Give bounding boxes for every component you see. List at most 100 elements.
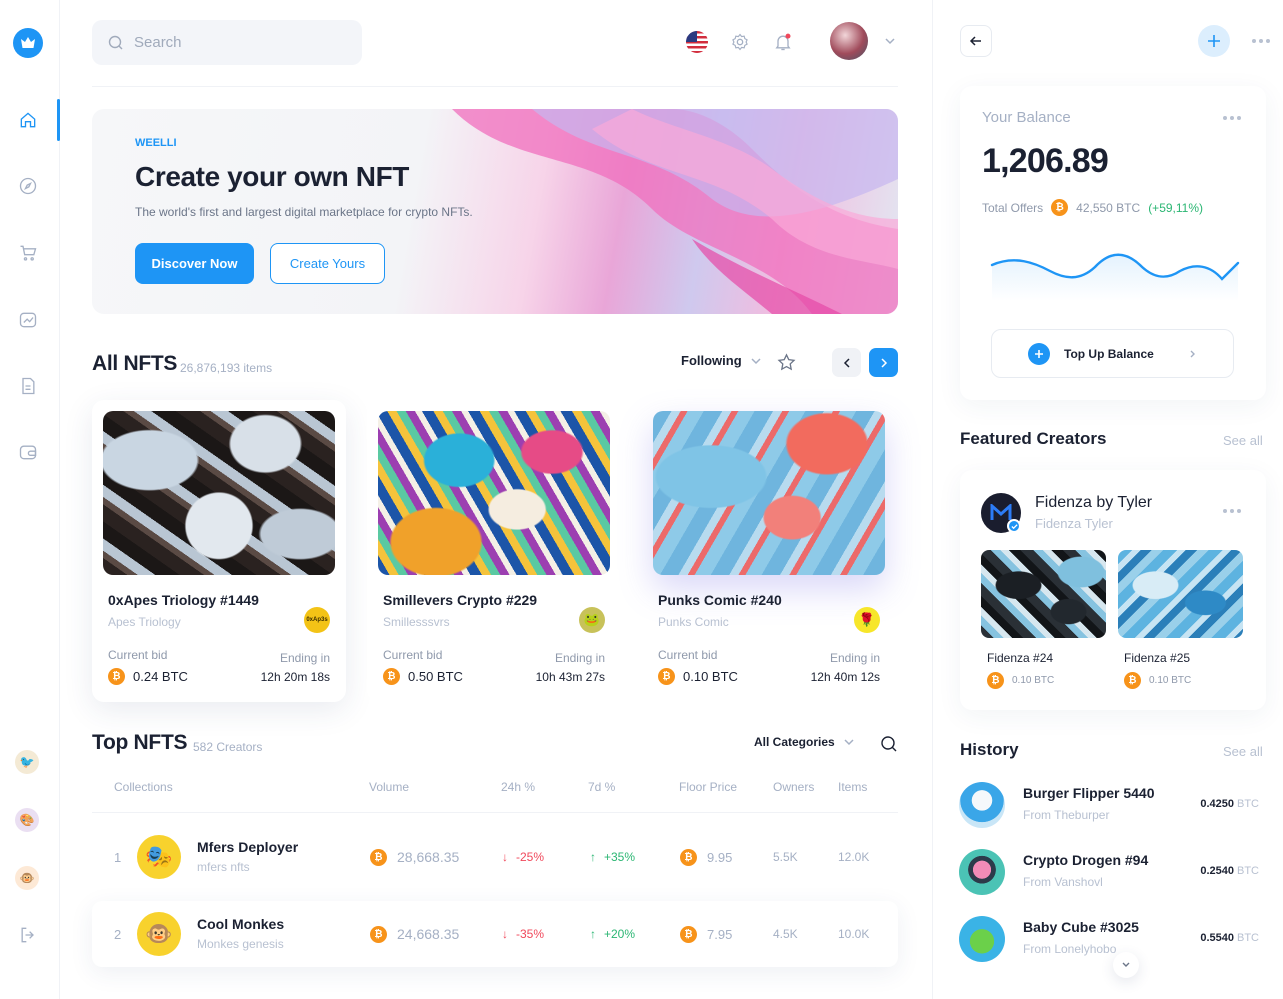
discover-now-button[interactable]: Discover Now (135, 243, 254, 284)
column-header[interactable]: Owners (773, 780, 814, 794)
nft-card[interactable]: Punks Comic #240 Punks Comic 🌹 Current b… (642, 400, 896, 702)
compass-icon[interactable] (16, 174, 40, 198)
more-icon[interactable] (1223, 509, 1241, 513)
bitcoin-icon: ₿ (370, 848, 387, 866)
top-nfts-count: 582 Creators (193, 740, 263, 754)
document-icon[interactable] (16, 374, 40, 398)
featured-see-all-link[interactable]: See all (1223, 433, 1263, 448)
total-offers-value: 42,550 BTC (1076, 200, 1141, 215)
current-bid-label: Current bid (383, 648, 443, 662)
nft-card[interactable]: Smillevers Crypto #229 Smillesssvrs 🐸 Cu… (367, 400, 621, 702)
chevron-down-icon[interactable] (883, 34, 897, 53)
following-filter[interactable]: Following (681, 353, 762, 368)
categories-filter[interactable]: All Categories (754, 735, 855, 749)
ending-label: Ending in (554, 651, 605, 665)
column-header[interactable]: 24h % (501, 780, 535, 794)
chevron-down-icon (1122, 962, 1130, 967)
history-see-all-link[interactable]: See all (1223, 744, 1263, 759)
balance-card: Your Balance 1,206.89 Total Offers ₿ 42,… (960, 86, 1266, 400)
plus-circle-icon (1028, 342, 1050, 365)
creator-avatar: 🐸 (579, 607, 605, 633)
star-icon[interactable] (777, 353, 796, 377)
floor-price: ₿ 7.95 (680, 901, 732, 967)
creator-item-image[interactable] (1118, 550, 1243, 638)
settings-icon[interactable] (728, 30, 752, 54)
add-button[interactable] (1198, 25, 1230, 57)
bitcoin-icon: ₿ (658, 668, 675, 685)
column-header[interactable]: Collections (114, 780, 173, 794)
bitcoin-icon: ₿ (383, 668, 400, 685)
column-header[interactable]: Volume (369, 780, 409, 794)
total-offers: Total Offers ₿ 42,550 BTC (+59,11%) (982, 199, 1203, 216)
scroll-down-button[interactable] (1113, 952, 1139, 978)
create-yours-button[interactable]: Create Yours (270, 243, 385, 284)
collection-name: Mfers Deployer (197, 839, 299, 855)
chevron-right-icon (880, 357, 887, 368)
notification-bell-icon[interactable] (771, 30, 795, 54)
history-title-text: Crypto Drogen #94 (1023, 852, 1149, 868)
home-icon[interactable] (16, 108, 40, 132)
nft-card[interactable]: 0xApes Triology #1449 Apes Triology 0xAp… (92, 400, 346, 702)
chart-icon[interactable] (16, 308, 40, 332)
back-button[interactable] (960, 25, 992, 57)
nft-creator: Apes Triology (108, 615, 181, 629)
nft-image (653, 411, 885, 575)
history-unit: BTC (1237, 932, 1259, 944)
nft-price-value: 0.50 BTC (408, 669, 463, 684)
history-sub: From Lonelyhobo (1023, 942, 1117, 956)
creator-item-price: ₿ 0.10 BTC (987, 672, 1054, 689)
us-flag-icon[interactable] (685, 30, 709, 54)
balance-amount: 1,206.89 (982, 142, 1109, 180)
bitcoin-icon: ₿ (1051, 199, 1069, 216)
collection-name: Cool Monkes (197, 916, 285, 932)
user-avatar[interactable]: 🎨 (15, 808, 39, 832)
app-logo[interactable] (13, 28, 43, 58)
change-7d-value: +20% (604, 927, 636, 941)
history-item[interactable]: Burger Flipper 5440 From Theburper 0.425… (959, 776, 1259, 836)
top-up-button[interactable]: Top Up Balance (991, 329, 1234, 378)
nft-price-value: 0.24 BTC (133, 669, 188, 684)
table-row[interactable]: 1 🎭 Mfers Deployer mfers nfts ₿ 28,668.35… (92, 824, 898, 890)
nft-image (103, 411, 335, 575)
next-button[interactable] (869, 348, 898, 377)
logout-icon[interactable] (16, 923, 40, 947)
profile-avatar[interactable] (830, 22, 868, 60)
user-avatar[interactable]: 🐦 (15, 750, 39, 774)
volume-value: 24,668.35 (397, 926, 460, 942)
all-nfts-title: All NFTS (92, 352, 178, 375)
featured-creator-card[interactable]: Fidenza by Tyler Fidenza Tyler Fidenza #… (960, 470, 1266, 710)
search-input[interactable]: Search (92, 20, 362, 65)
ending-label: Ending in (829, 651, 880, 665)
column-header[interactable]: Items (838, 780, 867, 794)
wallet-icon[interactable] (16, 440, 40, 464)
following-filter-label: Following (681, 353, 742, 368)
history-item[interactable]: Baby Cube #3025 From Lonelyhobo 0.5540 BT… (959, 910, 1259, 970)
creator-name: Fidenza by Tyler (1035, 494, 1153, 511)
total-offers-change: (+59,11%) (1148, 200, 1203, 215)
history-title-text: Baby Cube #3025 (1023, 919, 1139, 935)
prev-button[interactable] (832, 348, 861, 377)
search-icon[interactable] (880, 735, 898, 758)
volume-value: 28,668.35 (397, 849, 460, 865)
user-avatar[interactable]: 🐵 (15, 866, 39, 890)
owners: 4.5K (773, 927, 798, 941)
balance-sparkline (990, 253, 1240, 301)
creator-item-image[interactable] (981, 550, 1106, 638)
table-row[interactable]: 2 🐵 Cool Monkes Monkes genesis ₿ 24,668.3… (92, 901, 898, 967)
history-title: History (960, 740, 1019, 759)
history-value-amount: 0.2540 (1200, 865, 1234, 877)
more-icon[interactable] (1223, 116, 1241, 120)
nft-name: Punks Comic #240 (658, 592, 782, 608)
nft-creator: Smillesssvrs (383, 615, 450, 629)
history-item[interactable]: Crypto Drogen #94 From Vanshovl 0.2540 BT… (959, 843, 1259, 903)
table-divider (92, 812, 898, 813)
nft-name: Smillevers Crypto #229 (383, 592, 538, 608)
bitcoin-icon: ₿ (987, 672, 1004, 689)
column-header[interactable]: 7d % (588, 780, 615, 794)
nft-price: ₿ 0.10 BTC (658, 668, 738, 685)
more-icon[interactable] (1252, 39, 1270, 43)
change-7d: ↑ +35% (590, 824, 635, 890)
column-header[interactable]: Floor Price (679, 780, 737, 794)
cart-icon[interactable] (16, 241, 40, 265)
history-value: 0.4250 BTC (1200, 798, 1259, 810)
